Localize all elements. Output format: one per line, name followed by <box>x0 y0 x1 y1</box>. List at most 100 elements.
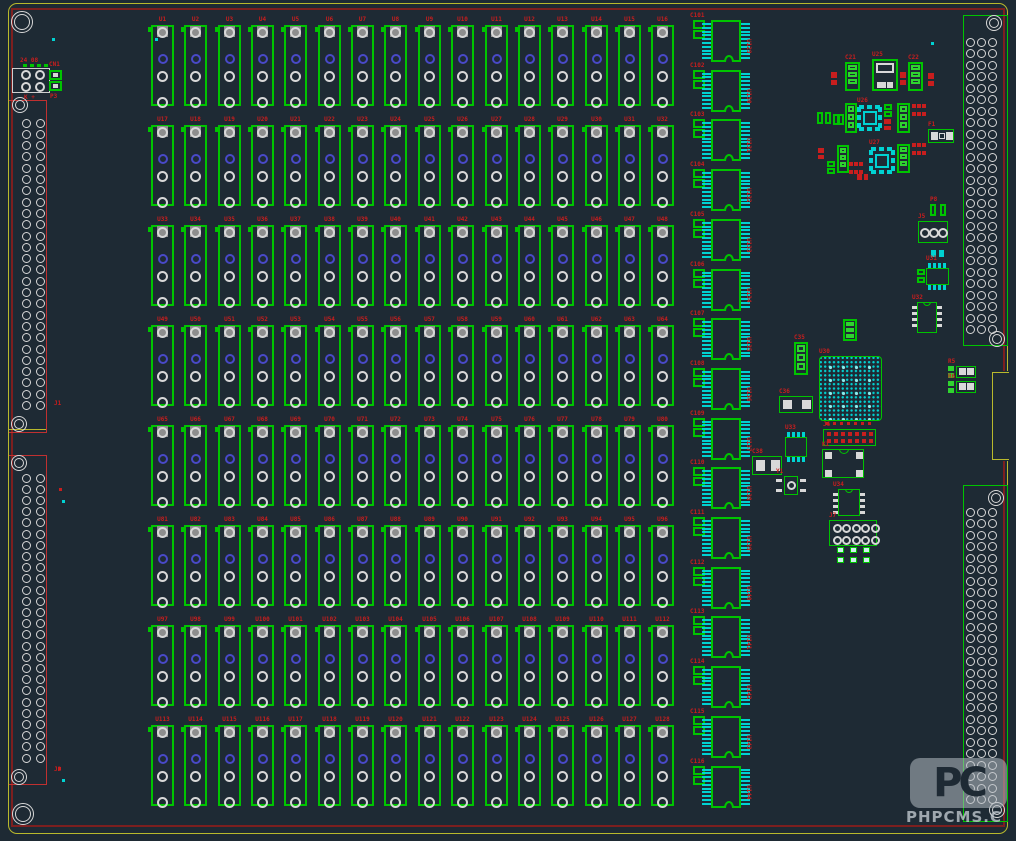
relay-footprint[interactable] <box>284 25 307 106</box>
relay-footprint[interactable] <box>518 25 541 106</box>
cmp-redrow[interactable] <box>826 422 876 426</box>
relay-footprint[interactable] <box>284 425 307 506</box>
relay-footprint[interactable] <box>585 325 608 406</box>
relay-footprint[interactable] <box>651 725 674 806</box>
relay-footprint[interactable] <box>318 225 341 306</box>
relay-footprint[interactable] <box>184 25 207 106</box>
relay-footprint[interactable] <box>151 325 174 406</box>
relay-footprint[interactable] <box>618 25 641 106</box>
cmp-g2h[interactable] <box>817 112 831 124</box>
relay-footprint[interactable] <box>251 325 274 406</box>
cmp-fuse[interactable] <box>928 129 954 143</box>
relay-footprint[interactable] <box>284 225 307 306</box>
cmp-reg[interactable] <box>872 59 898 91</box>
relay-footprint[interactable] <box>551 125 574 206</box>
relay-footprint[interactable] <box>384 25 407 106</box>
relay-footprint[interactable] <box>351 25 374 106</box>
ic-footprint[interactable]: C105U133 <box>690 211 756 265</box>
relay-footprint[interactable] <box>184 625 207 706</box>
relay-footprint[interactable] <box>218 425 241 506</box>
cmp-redgrid[interactable] <box>912 104 926 117</box>
relay-footprint[interactable] <box>418 525 441 606</box>
relay-footprint[interactable] <box>351 225 374 306</box>
relay-footprint[interactable] <box>284 525 307 606</box>
cmp-qfn[interactable] <box>857 105 882 131</box>
relay-footprint[interactable] <box>485 625 508 706</box>
relay-footprint[interactable] <box>284 625 307 706</box>
ic-footprint[interactable]: C102U130 <box>690 62 756 116</box>
relay-footprint[interactable] <box>384 325 407 406</box>
cmp-xtal[interactable] <box>776 476 806 495</box>
cmp-g2h[interactable] <box>833 114 844 125</box>
relay-footprint[interactable] <box>251 525 274 606</box>
cmp-vcap[interactable] <box>845 62 860 91</box>
relay-footprint[interactable] <box>651 625 674 706</box>
relay-footprint[interactable] <box>184 125 207 206</box>
relay-footprint[interactable] <box>451 125 474 206</box>
cmp-g2v[interactable] <box>827 161 835 174</box>
cmp-red2v[interactable] <box>928 73 934 86</box>
relay-footprint[interactable] <box>518 125 541 206</box>
ic-footprint[interactable]: C106U134 <box>690 261 756 315</box>
relay-footprint[interactable] <box>551 325 574 406</box>
relay-footprint[interactable] <box>384 725 407 806</box>
relay-footprint[interactable] <box>351 425 374 506</box>
cmp-cap2w[interactable] <box>779 396 813 413</box>
relay-footprint[interactable] <box>485 225 508 306</box>
relay-footprint[interactable] <box>451 725 474 806</box>
relay-footprint[interactable] <box>418 625 441 706</box>
cmp-soicv[interactable] <box>926 263 949 290</box>
relay-footprint[interactable] <box>318 125 341 206</box>
relay-footprint[interactable] <box>351 525 374 606</box>
cmp-qfp14[interactable] <box>833 489 865 516</box>
cmp-redgrid[interactable] <box>912 143 927 156</box>
relay-footprint[interactable] <box>618 425 641 506</box>
relay-footprint[interactable] <box>251 725 274 806</box>
relay-footprint[interactable] <box>184 425 207 506</box>
relay-footprint[interactable] <box>585 25 608 106</box>
relay-footprint[interactable] <box>318 725 341 806</box>
relay-footprint[interactable] <box>551 525 574 606</box>
relay-footprint[interactable] <box>218 225 241 306</box>
relay-footprint[interactable] <box>318 425 341 506</box>
relay-footprint[interactable] <box>384 525 407 606</box>
ic-footprint[interactable]: C111U139 <box>690 509 756 563</box>
relay-footprint[interactable] <box>585 425 608 506</box>
ic-footprint[interactable]: C110U138 <box>690 459 756 513</box>
relay-footprint[interactable] <box>251 425 274 506</box>
relay-footprint[interactable] <box>518 425 541 506</box>
ic-footprint[interactable]: C112U140 <box>690 559 756 613</box>
relay-footprint[interactable] <box>384 125 407 206</box>
relay-footprint[interactable] <box>184 525 207 606</box>
cmp-g2v[interactable] <box>884 104 892 117</box>
cmp-red2v[interactable] <box>900 72 906 85</box>
relay-footprint[interactable] <box>551 625 574 706</box>
relay-footprint[interactable] <box>451 25 474 106</box>
relay-footprint[interactable] <box>151 125 174 206</box>
relay-footprint[interactable] <box>418 425 441 506</box>
cmp-x4pad[interactable] <box>822 449 864 478</box>
relay-footprint[interactable] <box>218 525 241 606</box>
relay-footprint[interactable] <box>384 425 407 506</box>
ic-footprint[interactable]: C104U132 <box>690 161 756 215</box>
relay-footprint[interactable] <box>251 125 274 206</box>
relay-footprint[interactable] <box>151 725 174 806</box>
cmp-vcap[interactable] <box>794 342 808 375</box>
cmp-qfp14[interactable] <box>912 302 942 333</box>
relay-footprint[interactable] <box>351 125 374 206</box>
relay-footprint[interactable] <box>651 525 674 606</box>
cmp-g2v[interactable] <box>917 269 925 283</box>
relay-footprint[interactable] <box>451 425 474 506</box>
ic-footprint[interactable]: C101U129 <box>690 12 756 66</box>
cmp-vcap[interactable] <box>908 62 923 91</box>
relay-footprint[interactable] <box>184 325 207 406</box>
ic-footprint[interactable]: C103U131 <box>690 111 756 165</box>
relay-footprint[interactable] <box>184 725 207 806</box>
relay-footprint[interactable] <box>418 725 441 806</box>
relay-footprint[interactable] <box>384 225 407 306</box>
relay-footprint[interactable] <box>218 625 241 706</box>
relay-footprint[interactable] <box>318 525 341 606</box>
relay-footprint[interactable] <box>585 525 608 606</box>
cmp-term3[interactable] <box>918 221 948 243</box>
relay-footprint[interactable] <box>551 225 574 306</box>
